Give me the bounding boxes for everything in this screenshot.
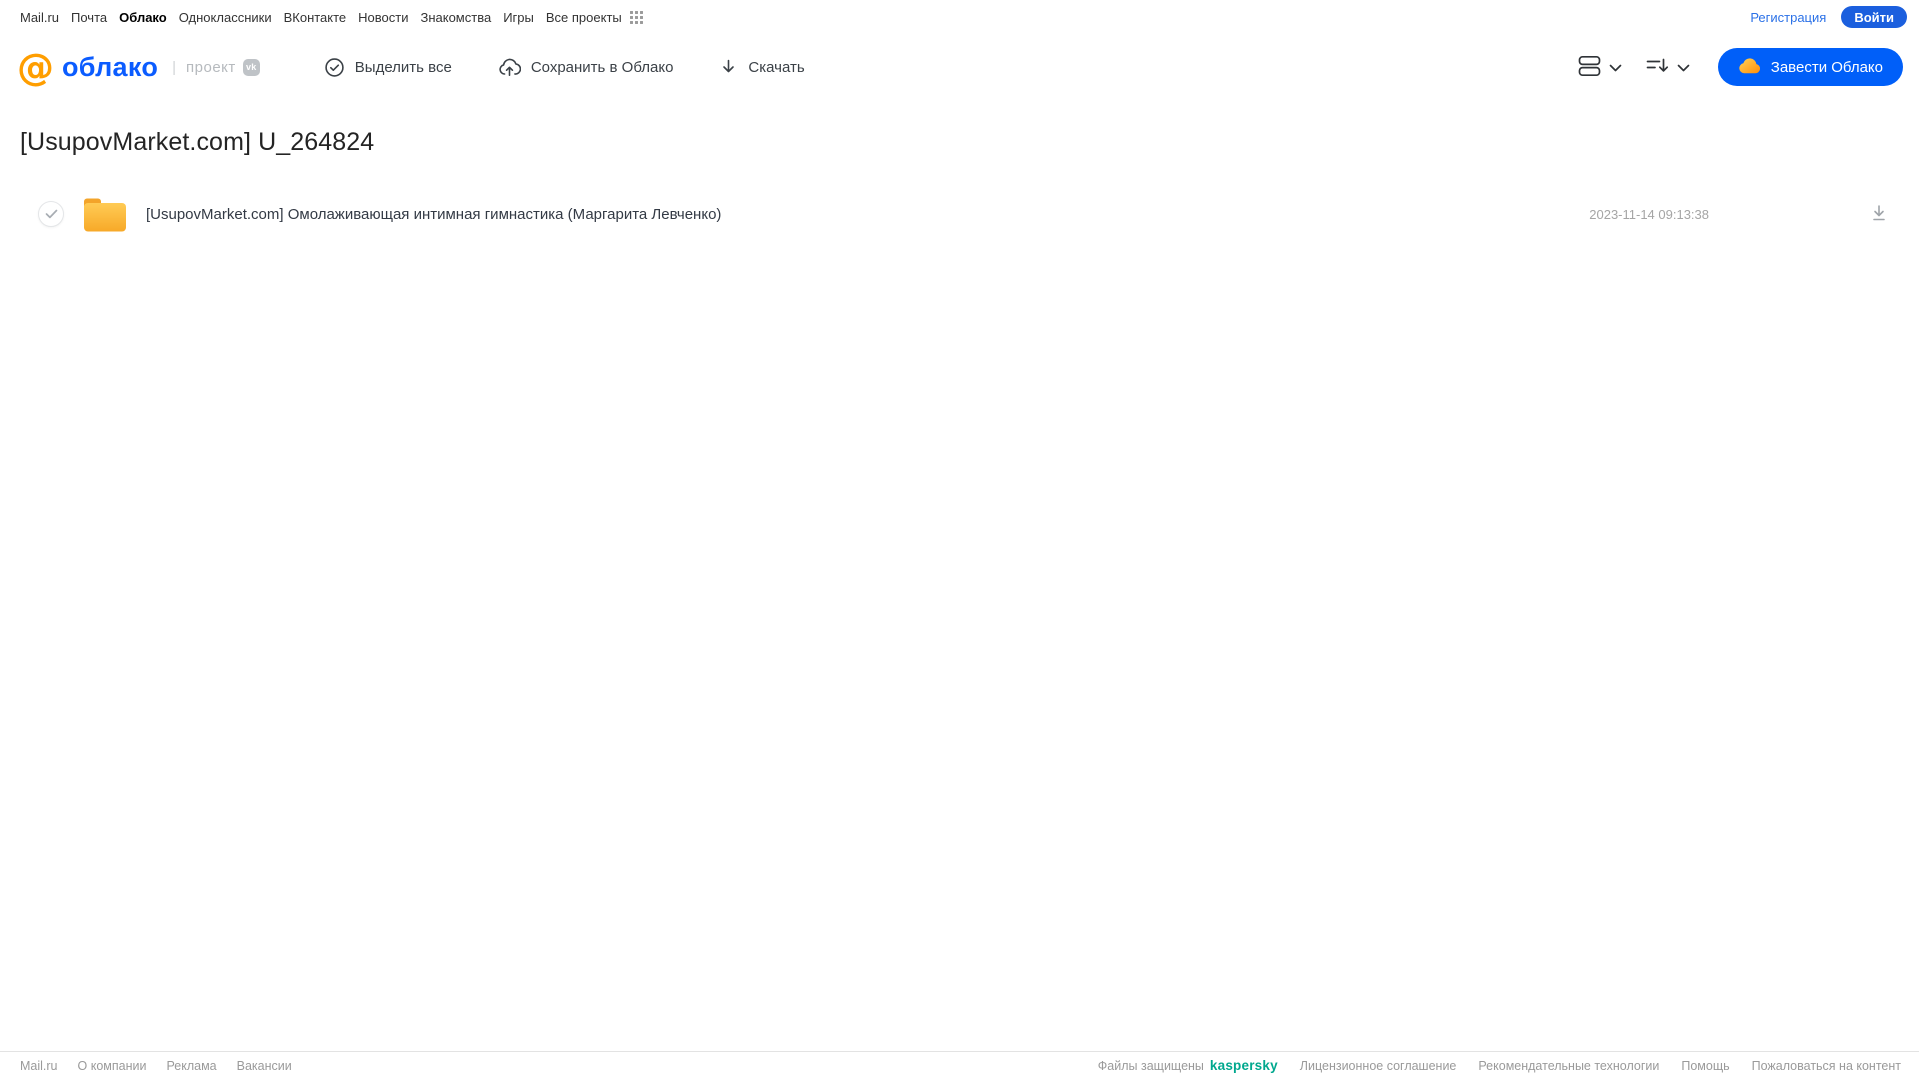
save-to-cloud-label: Сохранить в Облако	[530, 58, 674, 76]
create-cloud-button[interactable]: Завести Облако	[1717, 48, 1903, 86]
cloud-public-page: Mail.ru Почта Облако Одноклассники ВКонт…	[0, 0, 1919, 1079]
app-header: @ облако | проект vk Выделить все Сохран…	[0, 34, 1919, 100]
mailru-at-icon: @	[17, 45, 54, 89]
chevron-down-icon	[1677, 60, 1690, 75]
footer-link-jobs[interactable]: Вакансии	[237, 1059, 292, 1073]
row-checkbox[interactable]	[38, 201, 64, 227]
files-protected-label: Файлы защищены	[1097, 1058, 1204, 1073]
footer-link-about[interactable]: О компании	[78, 1059, 147, 1073]
footer-left-links: Mail.ru О компании Реклама Вакансии	[20, 1059, 292, 1073]
portal-link-odnoklassniki[interactable]: Одноклассники	[179, 10, 272, 25]
view-mode-button[interactable]	[1578, 55, 1622, 80]
sort-descending-icon	[1646, 57, 1670, 78]
toolbar: Выделить все Сохранить в Облако Скачать	[324, 57, 805, 78]
footer-link-recommendations[interactable]: Рекомендательные технологии	[1478, 1059, 1659, 1073]
portal-link-vkontakte[interactable]: ВКонтакте	[284, 10, 347, 25]
footer-link-license[interactable]: Лицензионное соглашение	[1300, 1059, 1457, 1073]
vk-icon: vk	[242, 58, 260, 76]
footer-link-mailru[interactable]: Mail.ru	[20, 1059, 58, 1073]
header-right: Завести Облако	[1578, 48, 1903, 86]
file-name-link[interactable]: [UsupovMarket.com] Омолаживающая интимна…	[146, 206, 721, 223]
portal-link-cloud[interactable]: Облако	[119, 10, 167, 25]
portal-bar: Mail.ru Почта Облако Одноклассники ВКонт…	[0, 0, 1919, 34]
chevron-down-icon	[1609, 60, 1622, 75]
download-button[interactable]: Скачать	[719, 57, 805, 77]
list-view-icon	[1578, 55, 1602, 80]
footer-right-links: Файлы защищены kaspersky Лицензионное со…	[1098, 1058, 1901, 1073]
file-row[interactable]: [UsupovMarket.com] Омолаживающая интимна…	[20, 191, 1919, 237]
portal-auth: Регистрация Войти	[1750, 6, 1907, 28]
all-projects-label: Все проекты	[545, 9, 622, 25]
check-circle-icon	[324, 57, 345, 78]
register-link[interactable]: Регистрация	[1750, 10, 1826, 25]
orange-cloud-icon	[1738, 57, 1761, 78]
save-to-cloud-button[interactable]: Сохранить в Облако	[498, 57, 674, 78]
main-content: [UsupovMarket.com] U_264824 [UsupovMarke…	[0, 128, 1919, 237]
select-all-button[interactable]: Выделить все	[324, 57, 452, 78]
create-cloud-label: Завести Облако	[1770, 58, 1883, 76]
apps-grid-icon	[629, 10, 643, 24]
cloud-logo[interactable]: @ облако | проект vk	[17, 49, 260, 86]
cloud-upload-icon	[498, 57, 521, 78]
footer-link-help[interactable]: Помощь	[1681, 1059, 1729, 1073]
portal-nav: Mail.ru Почта Облако Одноклассники ВКонт…	[20, 10, 643, 25]
portal-link-mailru[interactable]: Mail.ru	[20, 10, 59, 25]
folder-icon	[82, 195, 128, 233]
logo-divider: |	[172, 58, 177, 76]
sort-button[interactable]	[1646, 57, 1690, 78]
project-vk-label: проект	[186, 58, 236, 76]
footer: Mail.ru О компании Реклама Вакансии Файл…	[0, 1051, 1919, 1079]
download-label: Скачать	[748, 58, 805, 76]
portal-link-news[interactable]: Новости	[358, 10, 408, 25]
footer-link-report[interactable]: Пожаловаться на контент	[1752, 1059, 1901, 1073]
logo-text: облако	[62, 51, 159, 82]
login-button[interactable]: Войти	[1841, 6, 1907, 28]
kaspersky-logo[interactable]: kaspersky	[1210, 1058, 1278, 1073]
portal-link-dating[interactable]: Знакомства	[420, 10, 491, 25]
download-icon	[1869, 203, 1889, 226]
footer-link-ads[interactable]: Реклама	[166, 1059, 216, 1073]
portal-link-games[interactable]: Игры	[503, 10, 534, 25]
portal-link-mail[interactable]: Почта	[71, 10, 107, 25]
portal-link-all-projects[interactable]: Все проекты	[546, 10, 643, 25]
select-all-label: Выделить все	[354, 58, 452, 76]
file-date: 2023-11-14 09:13:38	[1589, 206, 1709, 222]
page-title: [UsupovMarket.com] U_264824	[20, 128, 375, 156]
download-arrow-icon	[719, 57, 738, 77]
kaspersky-protection: Файлы защищены kaspersky	[1098, 1058, 1278, 1073]
row-download-button[interactable]	[1869, 203, 1889, 226]
